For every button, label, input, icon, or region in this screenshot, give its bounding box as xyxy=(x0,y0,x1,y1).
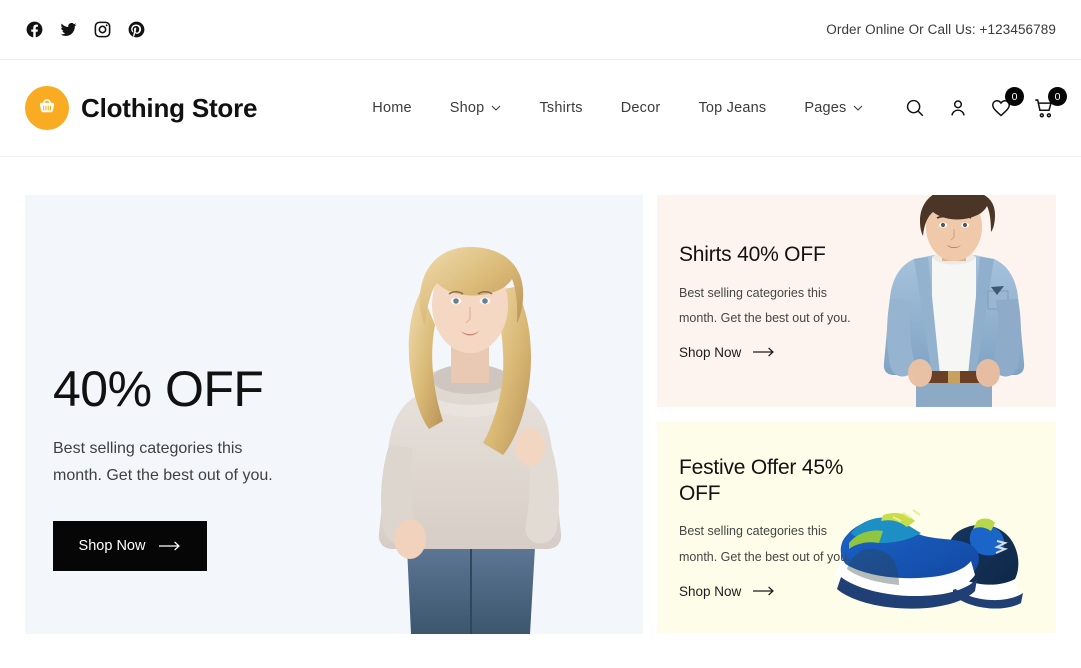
arrow-right-icon xyxy=(159,541,181,551)
promo-model-image-shirts xyxy=(883,195,1025,407)
promo-shop-now-label: Shop Now xyxy=(679,344,742,360)
nav-item-home[interactable]: Home xyxy=(372,100,411,116)
site-header: Clothing Store Home Shop Tshirts Decor T… xyxy=(0,60,1081,157)
hero-model-image xyxy=(378,247,562,634)
promo-shop-now-link[interactable]: Shop Now xyxy=(679,584,862,599)
nav-label: Home xyxy=(372,100,412,116)
cart-button[interactable]: 0 xyxy=(1032,87,1067,120)
user-icon[interactable] xyxy=(946,96,970,120)
promo-copy: Shirts 40% OFF Best selling categories t… xyxy=(657,242,862,360)
promo-subtitle: Best selling categories this month. Get … xyxy=(679,524,851,565)
nav-label: Tshirts xyxy=(539,100,583,116)
hero-title: 40% OFF xyxy=(53,361,264,418)
header-actions: 0 0 xyxy=(903,87,1067,120)
wishlist-button[interactable]: 0 xyxy=(989,87,1024,120)
cart-count-badge: 0 xyxy=(1048,87,1067,106)
promo-shop-now-label: Shop Now xyxy=(679,583,742,599)
brand-name: Clothing Store xyxy=(81,92,258,123)
hero-shop-now-label: Shop Now xyxy=(78,537,146,554)
promo-card-festive[interactable]: Festive Offer 45% OFF Best selling categ… xyxy=(657,421,1056,633)
promo-card-shirts[interactable]: Shirts 40% OFF Best selling categories t… xyxy=(657,195,1056,407)
nav-item-pages[interactable]: Pages xyxy=(804,100,863,116)
main-navigation: Home Shop Tshirts Decor Top Jeans Pages xyxy=(372,100,863,116)
chevron-down-icon xyxy=(854,105,863,111)
nav-label: Decor xyxy=(620,100,661,116)
arrow-right-icon xyxy=(753,347,775,357)
arrow-right-icon xyxy=(753,586,775,596)
chevron-down-icon xyxy=(492,105,501,111)
hero-subtitle: Best selling categories this month. Get … xyxy=(53,440,273,484)
promo-subtitle: Best selling categories this month. Get … xyxy=(679,285,851,326)
instagram-icon[interactable] xyxy=(93,20,112,39)
hero-banner[interactable]: 40% OFF Best selling categories this mon… xyxy=(25,195,643,634)
brand-logo[interactable]: Clothing Store xyxy=(25,86,257,130)
promo-title: Shirts 40% OFF xyxy=(679,243,826,267)
contact-text: Order Online Or Call Us: +123456789 xyxy=(826,22,1056,37)
nav-label: Pages xyxy=(804,100,847,116)
promo-cards: Shirts 40% OFF Best selling categories t… xyxy=(657,195,1056,634)
social-links xyxy=(25,20,146,39)
shopping-basket-icon xyxy=(25,86,69,130)
search-icon[interactable] xyxy=(903,96,927,120)
facebook-icon[interactable] xyxy=(25,20,44,39)
nav-item-tshirts[interactable]: Tshirts xyxy=(539,100,582,116)
hero-shop-now-button[interactable]: Shop Now xyxy=(53,520,207,571)
nav-item-top-jeans[interactable]: Top Jeans xyxy=(698,100,766,116)
pinterest-icon[interactable] xyxy=(127,20,146,39)
nav-label: Top Jeans xyxy=(698,100,767,116)
hero-copy: 40% OFF Best selling categories this mon… xyxy=(25,364,355,571)
top-bar: Order Online Or Call Us: +123456789 xyxy=(0,0,1081,60)
nav-item-shop[interactable]: Shop xyxy=(450,100,502,116)
promo-shop-now-link[interactable]: Shop Now xyxy=(679,345,862,360)
nav-item-decor[interactable]: Decor xyxy=(621,100,661,116)
twitter-icon[interactable] xyxy=(59,20,78,39)
nav-label: Shop xyxy=(449,100,485,116)
promo-title: Festive Offer 45% OFF xyxy=(679,456,844,505)
promo-section: 40% OFF Best selling categories this mon… xyxy=(0,157,1081,634)
wishlist-count-badge: 0 xyxy=(1005,87,1024,106)
promo-copy: Festive Offer 45% OFF Best selling categ… xyxy=(657,455,862,598)
